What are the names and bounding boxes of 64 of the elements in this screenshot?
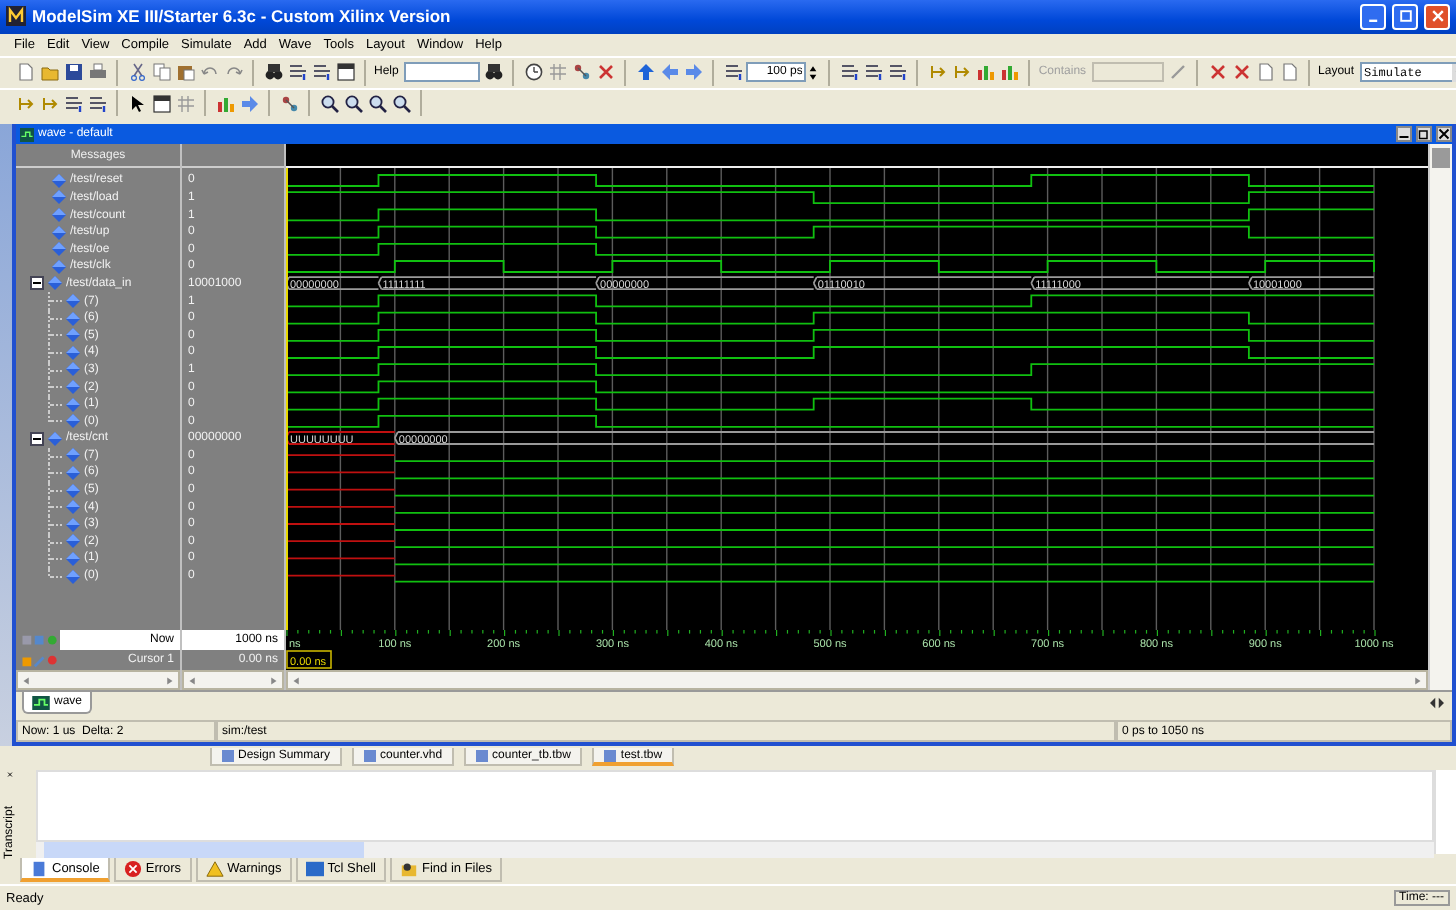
wave-icon bbox=[32, 695, 50, 710]
save-icon[interactable] bbox=[62, 60, 84, 85]
vertical-scrollbar[interactable] bbox=[1434, 770, 1456, 855]
collapse-toggle-icon[interactable] bbox=[30, 431, 44, 446]
minimize-button[interactable] bbox=[1396, 126, 1412, 143]
find-icon bbox=[400, 860, 418, 879]
page-icon[interactable] bbox=[1278, 60, 1301, 85]
list-icon[interactable] bbox=[286, 60, 308, 85]
close-icon bbox=[1429, 8, 1445, 25]
bar-chart-icon[interactable] bbox=[998, 60, 1021, 85]
collapse-toggle-icon[interactable] bbox=[30, 276, 44, 291]
up-arrow-icon[interactable] bbox=[634, 60, 657, 85]
left-arrow-icon[interactable] bbox=[186, 673, 200, 688]
pointer-icon[interactable] bbox=[126, 91, 148, 116]
document-icon bbox=[364, 750, 377, 763]
binoculars-icon[interactable] bbox=[262, 60, 284, 85]
list-icon[interactable] bbox=[310, 60, 332, 85]
window-icon[interactable] bbox=[334, 60, 356, 85]
document-icon bbox=[476, 750, 489, 763]
horizontal-scrollbar[interactable] bbox=[182, 670, 284, 691]
cursor-tools-drawing bbox=[22, 653, 58, 668]
app-logo-icon bbox=[6, 6, 26, 27]
page-icon[interactable] bbox=[1254, 60, 1277, 85]
zoom-in-icon[interactable] bbox=[318, 91, 340, 116]
paste-icon[interactable] bbox=[174, 60, 196, 85]
clock-icon[interactable] bbox=[522, 60, 545, 85]
cut-icon[interactable] bbox=[126, 60, 148, 85]
right-arrow-icon[interactable] bbox=[682, 60, 705, 85]
document-icon bbox=[604, 749, 617, 762]
help-search-icon[interactable] bbox=[482, 60, 505, 85]
maximize-icon bbox=[1397, 8, 1413, 25]
horizontal-scrollbar[interactable] bbox=[286, 670, 1428, 691]
bar-chart-icon[interactable] bbox=[974, 60, 997, 85]
close-icon bbox=[1438, 128, 1450, 141]
close-icon[interactable] bbox=[4, 772, 16, 778]
restore-icon bbox=[1418, 128, 1430, 141]
spinner-arrows-icon bbox=[808, 63, 819, 82]
window-title: ModelSim XE III/Starter 6.3c - Custom Xilinx Version bbox=[32, 6, 451, 27]
left-arrow-icon[interactable] bbox=[658, 60, 681, 85]
right-arrow-icon[interactable] bbox=[266, 673, 280, 688]
document-icon bbox=[222, 750, 234, 763]
left-arrow-icon[interactable] bbox=[290, 673, 304, 688]
vertical-scrollbar[interactable] bbox=[1428, 144, 1452, 691]
left-arrow-icon[interactable] bbox=[20, 673, 34, 688]
horizontal-scrollbar[interactable] bbox=[36, 842, 1434, 859]
maximize-button[interactable] bbox=[1392, 3, 1418, 30]
toolbar-icons-drawing bbox=[22, 633, 58, 648]
right-arrow-icon[interactable] bbox=[1410, 673, 1424, 688]
split-arrows-icon[interactable] bbox=[1428, 696, 1446, 711]
restore-button[interactable] bbox=[1416, 126, 1432, 143]
error-icon bbox=[123, 860, 142, 879]
new-file-icon[interactable] bbox=[14, 60, 36, 85]
console-icon bbox=[30, 859, 48, 878]
shell-icon bbox=[305, 860, 324, 879]
window-icon bbox=[20, 127, 34, 142]
help-search-field[interactable] bbox=[404, 62, 481, 83]
signal-diamond-icon bbox=[48, 431, 62, 446]
right-arrow-icon[interactable] bbox=[162, 673, 176, 688]
signal-diamond-icon bbox=[66, 569, 80, 584]
signal-diamond-icon bbox=[66, 380, 80, 394]
spinner-button[interactable] bbox=[808, 62, 821, 83]
close-button[interactable] bbox=[1436, 126, 1452, 143]
horizontal-scrollbar[interactable] bbox=[16, 670, 180, 691]
network-icon[interactable] bbox=[570, 60, 593, 85]
